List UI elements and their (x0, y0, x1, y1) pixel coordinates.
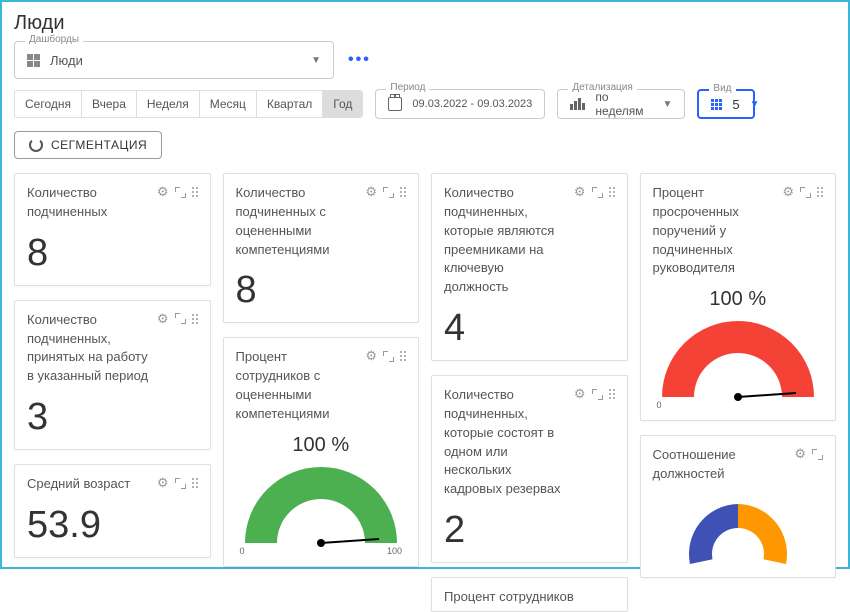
card-assessed-count: Количество подчиненных с оцененными комп… (223, 173, 420, 323)
chevron-down-icon: ▼ (750, 99, 760, 110)
drag-icon[interactable] (400, 351, 406, 361)
drag-icon[interactable] (609, 389, 615, 399)
metric-value: 8 (27, 232, 198, 275)
detail-selector[interactable]: Детализация по неделям ▼ (557, 89, 685, 119)
grid-icon (711, 99, 722, 110)
card-title: Соотношение должностей (653, 446, 789, 484)
period-selector[interactable]: Период 09.03.2022 - 09.03.2023 (375, 89, 545, 119)
card-successors-count: Количество подчиненных, которые являются… (431, 173, 628, 361)
detail-legend: Детализация (568, 82, 636, 93)
expand-icon[interactable] (592, 187, 603, 198)
gear-icon[interactable]: ⚙ (157, 475, 169, 491)
drag-icon[interactable] (400, 187, 406, 197)
segmentation-button[interactable]: СЕГМЕНТАЦИЯ (14, 131, 162, 159)
gauge-chart-red (658, 317, 818, 402)
expand-icon[interactable] (383, 187, 394, 198)
metric-value: 2 (444, 509, 615, 552)
refresh-icon (29, 138, 43, 152)
chevron-down-icon: ▼ (311, 55, 321, 66)
card-title: Процент сотрудников с оцененными компете… (236, 348, 360, 423)
drag-icon[interactable] (192, 478, 198, 488)
card-title: Процент просроченных поручений у подчине… (653, 184, 777, 278)
card-employee-percent: Процент сотрудников (431, 577, 628, 612)
card-overdue-percent: Процент просроченных поручений у подчине… (640, 173, 837, 421)
view-legend: Вид (709, 83, 735, 94)
card-hired-count: Количество подчиненных, принятых на рабо… (14, 300, 211, 450)
detail-value: по неделям (595, 90, 652, 118)
expand-icon[interactable] (812, 449, 823, 460)
time-range-tabs: Сегодня Вчера Неделя Месяц Квартал Год (14, 90, 363, 118)
card-positions-ratio: Соотношение должностей ⚙ (640, 435, 837, 578)
gauge-percent: 100 % (653, 288, 824, 311)
expand-icon[interactable] (175, 187, 186, 198)
card-subordinates-count: Количество подчиненных ⚙ 8 (14, 173, 211, 286)
gear-icon[interactable]: ⚙ (365, 348, 377, 364)
expand-icon[interactable] (175, 478, 186, 489)
expand-icon[interactable] (383, 351, 394, 362)
dashboard-legend: Дашборды (25, 34, 83, 45)
metric-value: 53.9 (27, 504, 198, 547)
dashboard-selector[interactable]: Дашборды Люди ▼ (14, 41, 334, 79)
tab-quarter[interactable]: Квартал (257, 91, 323, 117)
dashboard-value: Люди (50, 53, 301, 68)
drag-icon[interactable] (817, 187, 823, 197)
drag-icon[interactable] (192, 314, 198, 324)
gear-icon[interactable]: ⚙ (157, 184, 169, 200)
metric-value: 4 (444, 307, 615, 350)
more-icon[interactable]: ••• (348, 51, 371, 69)
view-selector[interactable]: Вид 5 ▼ (697, 89, 755, 119)
metric-value: 3 (27, 396, 198, 439)
drag-icon[interactable] (609, 187, 615, 197)
card-title: Количество подчиненных с оцененными комп… (236, 184, 360, 259)
gear-icon[interactable]: ⚙ (782, 184, 794, 200)
gear-icon[interactable]: ⚙ (157, 311, 169, 327)
period-legend: Период (386, 82, 429, 93)
calendar-icon (388, 97, 402, 111)
card-reserve-count: Количество подчиненных, которые состоят … (431, 375, 628, 563)
gear-icon[interactable]: ⚙ (574, 386, 586, 402)
card-title: Количество подчиненных, которые являются… (444, 184, 568, 297)
card-title: Средний возраст (27, 475, 151, 494)
card-title: Процент сотрудников (444, 588, 615, 607)
donut-chart (653, 494, 824, 567)
page-title: Люди (2, 2, 848, 41)
tab-year[interactable]: Год (323, 91, 362, 117)
card-assessed-percent: Процент сотрудников с оцененными компете… (223, 337, 420, 566)
segmentation-label: СЕГМЕНТАЦИЯ (51, 138, 147, 152)
tab-month[interactable]: Месяц (200, 91, 257, 117)
period-value: 09.03.2022 - 09.03.2023 (412, 98, 532, 110)
gauge-chart-green (241, 463, 401, 548)
tab-yesterday[interactable]: Вчера (82, 91, 137, 117)
bars-icon (570, 98, 585, 110)
view-value: 5 (732, 97, 739, 112)
gear-icon[interactable]: ⚙ (574, 184, 586, 200)
chevron-down-icon: ▼ (663, 99, 673, 110)
card-avg-age: Средний возраст ⚙ 53.9 (14, 464, 211, 558)
card-title: Количество подчиненных, принятых на рабо… (27, 311, 151, 386)
drag-icon[interactable] (192, 187, 198, 197)
metric-value: 8 (236, 269, 407, 312)
dashboard-icon (27, 54, 40, 67)
expand-icon[interactable] (800, 187, 811, 198)
tab-today[interactable]: Сегодня (15, 91, 82, 117)
expand-icon[interactable] (592, 389, 603, 400)
tab-week[interactable]: Неделя (137, 91, 200, 117)
expand-icon[interactable] (175, 313, 186, 324)
card-title: Количество подчиненных, которые состоят … (444, 386, 568, 499)
card-title: Количество подчиненных (27, 184, 151, 222)
gear-icon[interactable]: ⚙ (794, 446, 806, 462)
gauge-percent: 100 % (236, 434, 407, 457)
gear-icon[interactable]: ⚙ (365, 184, 377, 200)
